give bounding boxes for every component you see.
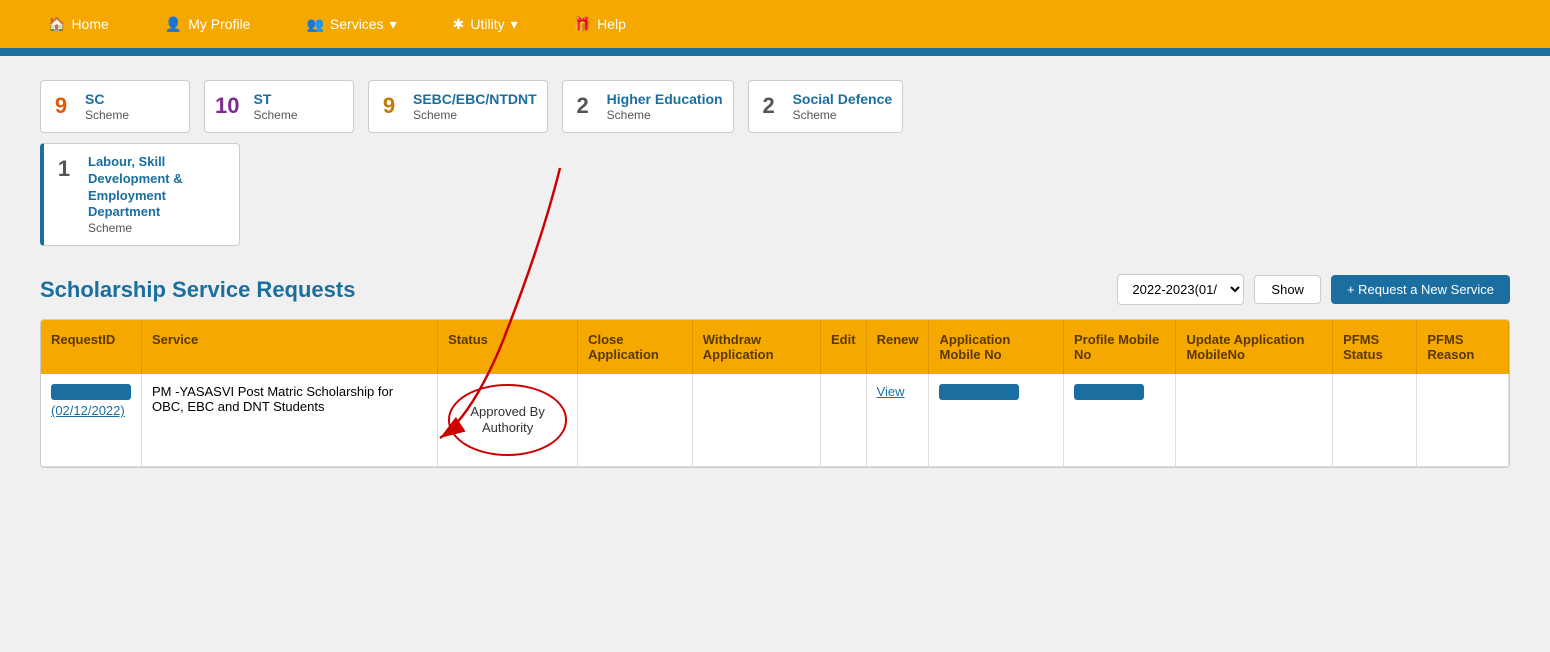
- service-requests-table: RequestID Service Status Close Applicati…: [41, 320, 1509, 466]
- service-requests-table-wrapper: RequestID Service Status Close Applicati…: [40, 319, 1510, 467]
- table-header-row: RequestID Service Status Close Applicati…: [41, 320, 1509, 374]
- section-title: Scholarship Service Requests: [40, 277, 355, 303]
- col-update-mobile: Update Application MobileNo: [1176, 320, 1333, 374]
- scheme-cards-top-row: 9 SC Scheme 10 ST Scheme 9 SEBC/EBC/NTDN…: [40, 80, 1510, 133]
- cell-close-app: [578, 374, 693, 466]
- cell-update-mobile: [1176, 374, 1333, 466]
- col-renew: Renew: [866, 320, 929, 374]
- scheme-card-sc[interactable]: 9 SC Scheme: [40, 80, 190, 133]
- request-id-date[interactable]: (02/12/2022): [51, 403, 131, 418]
- home-icon: 🏠: [48, 16, 65, 33]
- scheme-card-labour[interactable]: 1 Labour, Skill Development & Employment…: [40, 143, 240, 247]
- col-edit: Edit: [821, 320, 867, 374]
- labour-subtitle: Scheme: [88, 221, 229, 235]
- sc-title: SC: [85, 91, 129, 108]
- top-navigation[interactable]: 🏠 Home 👤 My Profile 👥 Services ▾ ✱ Utili…: [0, 0, 1550, 48]
- col-pfms-reason: PFMS Reason: [1417, 320, 1509, 374]
- cell-service: PM -YASASVI Post Matric Scholarship for …: [142, 374, 438, 466]
- sebc-subtitle: Scheme: [413, 108, 537, 122]
- st-title: ST: [253, 91, 297, 108]
- nav-help[interactable]: 🎁 Help: [546, 16, 654, 33]
- cell-withdraw-app: [692, 374, 820, 466]
- col-app-mobile: Application Mobile No: [929, 320, 1064, 374]
- year-select[interactable]: 2022-2023(01/: [1117, 274, 1244, 305]
- services-dropdown-icon: ▾: [390, 16, 397, 33]
- scheme-card-higher-education[interactable]: 2 Higher Education Scheme: [562, 80, 734, 133]
- utility-dropdown-icon: ▾: [511, 16, 518, 33]
- help-icon: 🎁: [574, 16, 591, 33]
- main-content: 9 SC Scheme 10 ST Scheme 9 SEBC/EBC/NTDN…: [0, 56, 1550, 492]
- sc-subtitle: Scheme: [85, 108, 129, 122]
- status-approved-badge: Approved By Authority: [448, 384, 567, 455]
- col-close-app: Close Application: [578, 320, 693, 374]
- labour-count: 1: [44, 144, 84, 246]
- col-pfms-status: PFMS Status: [1333, 320, 1417, 374]
- higher-count: 2: [563, 81, 603, 132]
- nav-services[interactable]: 👥 Services ▾: [278, 16, 424, 33]
- col-withdraw-app: Withdraw Application: [692, 320, 820, 374]
- cell-request-id[interactable]: (02/12/2022): [41, 374, 142, 466]
- table-row: (02/12/2022) PM -YASASVI Post Matric Sch…: [41, 374, 1509, 466]
- show-button[interactable]: Show: [1254, 275, 1321, 304]
- section-header: Scholarship Service Requests 2022-2023(0…: [40, 274, 1510, 305]
- nav-utility[interactable]: ✱ Utility ▾: [425, 16, 546, 33]
- cell-pfms-status: [1333, 374, 1417, 466]
- labour-title: Labour, Skill Development & Employment D…: [88, 154, 229, 222]
- col-request-id: RequestID: [41, 320, 142, 374]
- services-icon: 👥: [306, 16, 323, 33]
- profile-icon: 👤: [165, 16, 182, 33]
- scheme-card-social-defence[interactable]: 2 Social Defence Scheme: [748, 80, 904, 133]
- request-id-blurred: [51, 384, 131, 400]
- cell-renew[interactable]: View: [866, 374, 929, 466]
- sc-count: 9: [41, 81, 81, 132]
- st-count: 10: [205, 81, 249, 132]
- nav-home[interactable]: 🏠 Home: [20, 16, 137, 33]
- scheme-card-st[interactable]: 10 ST Scheme: [204, 80, 354, 133]
- app-mobile-blurred: [939, 384, 1019, 400]
- cell-pfms-reason: [1417, 374, 1509, 466]
- utility-icon: ✱: [453, 16, 465, 33]
- higher-title: Higher Education: [607, 91, 723, 108]
- view-link[interactable]: View: [877, 384, 905, 399]
- social-count: 2: [749, 81, 789, 132]
- social-subtitle: Scheme: [793, 108, 893, 122]
- scheme-card-sebc[interactable]: 9 SEBC/EBC/NTDNT Scheme: [368, 80, 548, 133]
- new-service-button[interactable]: + Request a New Service: [1331, 275, 1510, 304]
- cell-edit: [821, 374, 867, 466]
- cell-app-mobile: [929, 374, 1064, 466]
- sebc-count: 9: [369, 81, 409, 132]
- nav-my-profile[interactable]: 👤 My Profile: [137, 16, 279, 33]
- sub-bar: [0, 48, 1550, 56]
- col-service: Service: [142, 320, 438, 374]
- profile-mobile-blurred: [1074, 384, 1144, 400]
- st-subtitle: Scheme: [253, 108, 297, 122]
- section-controls: 2022-2023(01/ Show + Request a New Servi…: [1117, 274, 1510, 305]
- cell-status: Approved By Authority: [438, 374, 578, 466]
- sebc-title: SEBC/EBC/NTDNT: [413, 91, 537, 108]
- col-profile-mobile: Profile Mobile No: [1064, 320, 1176, 374]
- cell-profile-mobile: [1064, 374, 1176, 466]
- col-status: Status: [438, 320, 578, 374]
- social-title: Social Defence: [793, 91, 893, 108]
- higher-subtitle: Scheme: [607, 108, 723, 122]
